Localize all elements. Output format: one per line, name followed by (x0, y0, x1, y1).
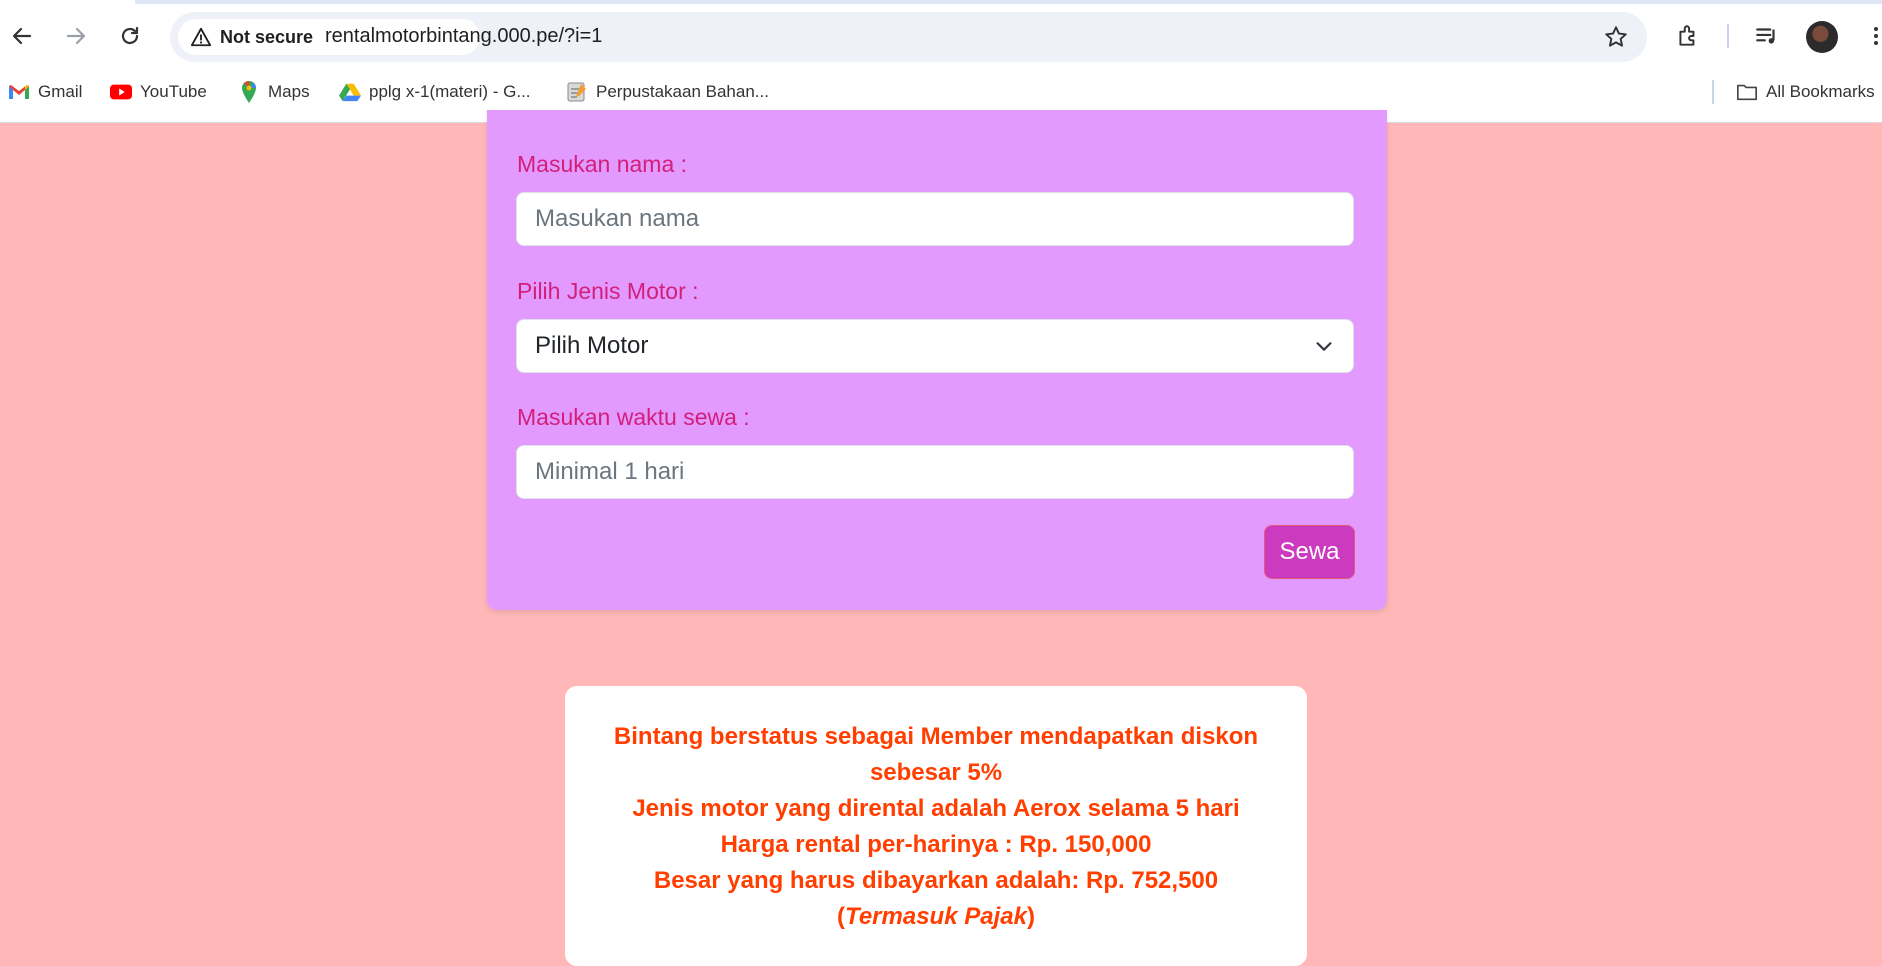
toolbar-separator (1727, 24, 1729, 48)
motor-select[interactable]: Pilih Motor (516, 319, 1354, 373)
menu-dots-icon[interactable] (1860, 20, 1882, 52)
bookmark-label: Perpustakaan Bahan... (596, 82, 769, 101)
bookmark-gmail[interactable]: Gmail (8, 74, 82, 110)
name-label: Masukan nama : (517, 151, 688, 177)
bookmarks-bar: Gmail YouTube Maps pplg x-1(materi) - G.… (0, 74, 1882, 110)
bookmark-label: Gmail (38, 82, 83, 101)
tab-strip (0, 0, 1882, 4)
bookmark-label: pplg x-1(materi) - G... (369, 82, 531, 101)
bookmark-label: YouTube (140, 82, 207, 101)
forward-arrow-icon (66, 27, 86, 45)
youtube-icon (110, 81, 132, 103)
google-drive-icon (339, 81, 361, 103)
bookmark-perpustakaan[interactable]: Perpustakaan Bahan... (566, 74, 769, 110)
bookmark-youtube[interactable]: YouTube (110, 74, 207, 110)
folder-icon (1736, 81, 1758, 103)
tax-note: (Termasuk Pajak) (565, 899, 1307, 935)
active-tab-edge (0, 0, 135, 4)
tax-note-emphasis: Termasuk Pajak (845, 903, 1027, 930)
back-arrow-icon (12, 27, 32, 45)
address-bar[interactable]: Not secure rentalmotorbintang.000.pe/?i=… (170, 12, 1647, 62)
rental-form: Masukan nama : Pilih Jenis Motor : Pilih… (487, 110, 1387, 610)
motor-label: Pilih Jenis Motor : (517, 278, 699, 304)
result-text: Bintang berstatus sebagai Member mendapa… (565, 719, 1307, 935)
bookmarks-separator (1712, 80, 1714, 104)
reload-icon (121, 26, 139, 45)
browser-toolbar: Not secure rentalmotorbintang.000.pe/?i=… (0, 10, 1882, 62)
chevron-down-icon (1316, 342, 1332, 351)
sewa-button[interactable]: Sewa (1264, 525, 1355, 579)
media-controls-icon[interactable] (1751, 20, 1783, 52)
note-icon (566, 81, 588, 103)
result-card: Bintang berstatus sebagai Member mendapa… (565, 686, 1307, 966)
motor-type-text: Jenis motor yang dirental adalah Aerox s… (632, 795, 1240, 822)
tax-note-open: ( (837, 903, 846, 930)
bookmark-pplg[interactable]: pplg x-1(materi) - G... (339, 74, 531, 110)
motor-select-value: Pilih Motor (535, 332, 649, 359)
bookmark-star-icon[interactable] (1603, 24, 1629, 50)
url-text[interactable]: rentalmotorbintang.000.pe/?i=1 (325, 25, 602, 48)
tax-note-close: ) (1026, 903, 1035, 930)
profile-avatar[interactable] (1806, 21, 1838, 53)
back-button[interactable] (6, 20, 38, 52)
bookmark-maps[interactable]: Maps (238, 74, 310, 110)
member-discount-text: Bintang berstatus sebagai Member mendapa… (613, 723, 1259, 786)
forward-button[interactable] (60, 20, 92, 52)
total-payment-text: Besar yang harus dibayarkan adalah: Rp. … (653, 867, 1219, 894)
security-label: Not secure (220, 26, 314, 47)
reload-button[interactable] (114, 20, 146, 52)
all-bookmarks-button[interactable]: All Bookmarks (1736, 74, 1875, 110)
maps-icon (238, 80, 260, 103)
extensions-icon[interactable] (1672, 20, 1704, 52)
browser-chrome: Not secure rentalmotorbintang.000.pe/?i=… (0, 0, 1882, 123)
name-input[interactable] (516, 192, 1354, 246)
bookmark-label: Maps (268, 82, 310, 101)
daily-price-text: Harga rental per-harinya : Rp. 150,000 (720, 831, 1152, 858)
warning-icon (190, 26, 212, 48)
gmail-icon (8, 81, 30, 103)
duration-label: Masukan waktu sewa : (517, 404, 750, 430)
duration-input[interactable] (516, 445, 1354, 499)
all-bookmarks-label: All Bookmarks (1766, 82, 1875, 101)
